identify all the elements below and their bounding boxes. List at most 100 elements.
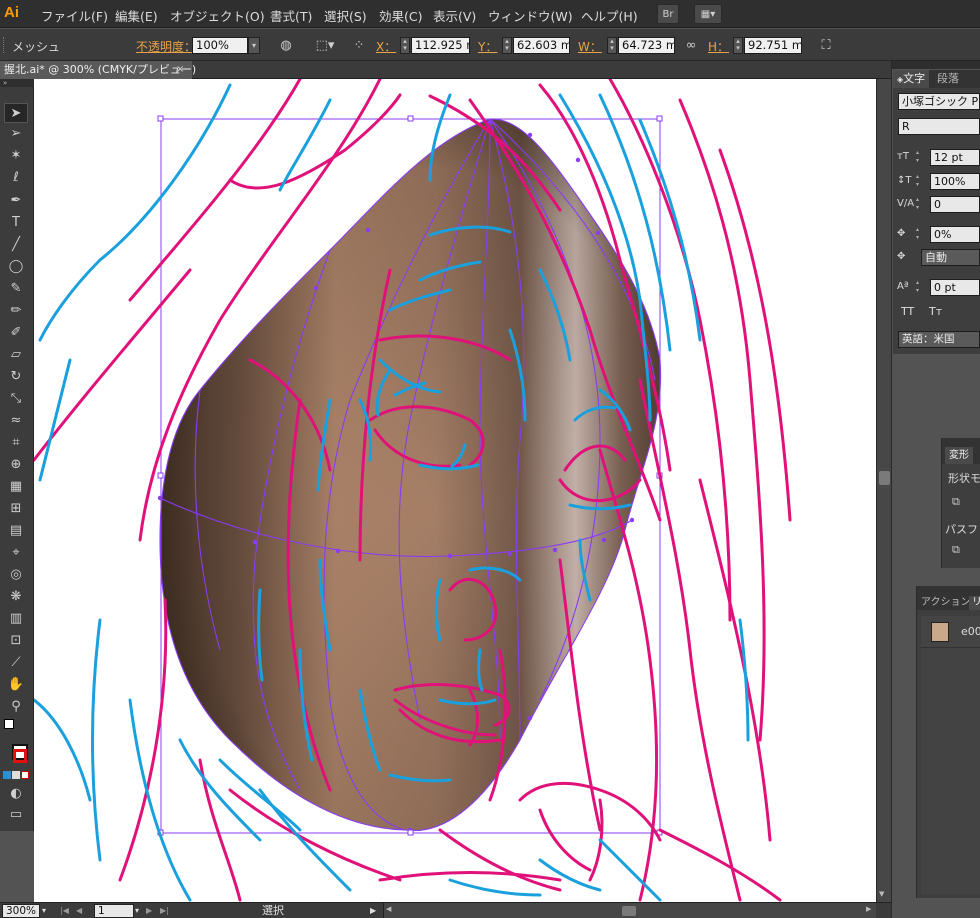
menu-edit[interactable]: 編集(E)	[115, 6, 158, 25]
magic-wand-tool-icon[interactable]: ✶	[4, 146, 28, 166]
mesh-tool-icon[interactable]: ⊞	[4, 499, 28, 519]
scroll-right-icon[interactable]: ▶	[866, 905, 871, 913]
ellipse-tool-icon[interactable]: ◯	[4, 257, 28, 277]
w-stepper[interactable]: ▴ ▾	[607, 37, 617, 54]
y-stepper[interactable]: ▴ ▾	[502, 37, 512, 54]
language-dropdown[interactable]: 英語：米国	[898, 331, 980, 348]
vertical-scroll-thumb[interactable]	[879, 471, 890, 485]
opacity-dropdown[interactable]: ▾	[248, 37, 260, 54]
stroke-swatch[interactable]	[13, 749, 27, 763]
tools-panel-header[interactable]: »	[0, 79, 34, 87]
horizontal-scroll-thumb[interactable]	[622, 906, 636, 916]
w-field[interactable]: 64.723 mi	[618, 37, 675, 54]
tab-links[interactable]: リ	[969, 596, 980, 610]
all-caps-button[interactable]: TT	[901, 305, 914, 318]
arrange-documents-button[interactable]: ▦▾	[694, 4, 722, 24]
kerning-field[interactable]: 0	[930, 196, 980, 213]
previous-artboard-icon[interactable]: ◀	[76, 904, 82, 918]
y-field[interactable]: 62.603 mi	[513, 37, 570, 54]
font-size-field[interactable]: 12 pt	[930, 149, 980, 166]
eyedropper-tool-icon[interactable]: ⌖	[4, 543, 28, 563]
hand-tool-icon[interactable]: ✋	[4, 675, 28, 695]
link-list-item[interactable]: e00	[921, 616, 980, 648]
vertical-scrollbar[interactable]: ▼	[876, 79, 891, 902]
constrain-proportions-icon[interactable]: ∞	[683, 36, 699, 56]
control-bar-grip[interactable]	[3, 37, 7, 53]
tsume-field[interactable]: 0%	[930, 226, 980, 243]
shape-builder-tool-icon[interactable]: ⊕	[4, 455, 28, 475]
perspective-grid-tool-icon[interactable]: ▦	[4, 477, 28, 497]
close-icon[interactable]: ×	[176, 61, 184, 78]
pen-tool-icon[interactable]: ✒	[4, 191, 28, 211]
vertical-scale-stepper[interactable]: ▴ ▾	[916, 173, 922, 189]
document-tab[interactable]: 握北.ai* @ 300% (CMYK/プレビュー) ×	[0, 61, 196, 79]
opacity-field[interactable]: 100%	[192, 37, 248, 54]
screen-mode-icon[interactable]: ▭	[4, 805, 28, 825]
first-artboard-icon[interactable]: |◀	[60, 904, 69, 918]
baseline-shift-stepper[interactable]: ▴ ▾	[916, 279, 922, 295]
artboard-dropdown-icon[interactable]: ▾	[135, 904, 139, 918]
kerning-stepper[interactable]: ▴ ▾	[916, 196, 922, 212]
h-field[interactable]: 92.751 mi	[744, 37, 802, 54]
font-size-stepper[interactable]: ▴ ▾	[916, 149, 922, 165]
tab-paragraph[interactable]: 段落	[933, 70, 963, 88]
horizontal-scrollbar[interactable]: ◀ ▶	[383, 903, 876, 918]
blend-tool-icon[interactable]: ◎	[4, 565, 28, 585]
divide-icon[interactable]: ⧉	[952, 543, 960, 557]
menu-type[interactable]: 書式(T)	[270, 6, 312, 25]
tab-transform[interactable]: 変形	[945, 447, 973, 464]
slice-tool-icon[interactable]: ⟋	[4, 653, 28, 673]
aki-dropdown[interactable]: 自動	[921, 249, 980, 266]
menu-view[interactable]: 表示(V)	[433, 6, 476, 25]
dock-header[interactable]	[892, 61, 980, 69]
line-tool-icon[interactable]: ╱	[4, 235, 28, 255]
menu-window[interactable]: ウィンドウ(W)	[488, 6, 573, 25]
menu-select[interactable]: 選択(S)	[324, 6, 367, 25]
color-mode-icon[interactable]	[3, 771, 11, 779]
eraser-tool-icon[interactable]: ▱	[4, 345, 28, 365]
align-dropdown-icon[interactable]: ⬚▾	[312, 36, 338, 56]
selection-tool-icon[interactable]: ➤	[4, 103, 28, 123]
scroll-down-icon[interactable]: ▼	[879, 890, 884, 898]
warp-tool-icon[interactable]: ≈	[4, 411, 28, 431]
opacity-label[interactable]: 不透明度：	[136, 38, 196, 55]
default-colors-icon[interactable]	[4, 719, 14, 729]
zoom-dropdown-icon[interactable]: ▾	[42, 904, 46, 918]
reference-point-icon[interactable]: ⁘	[349, 36, 369, 56]
artboard-tool-icon[interactable]: ⊡	[4, 631, 28, 651]
column-graph-tool-icon[interactable]: ▥	[4, 609, 28, 629]
baseline-shift-field[interactable]: 0 pt	[930, 279, 980, 296]
next-artboard-icon[interactable]: ▶	[146, 904, 152, 918]
artboard-number-field[interactable]: 1	[94, 904, 134, 918]
gradient-tool-icon[interactable]: ▤	[4, 521, 28, 541]
recolor-artwork-icon[interactable]: ◍	[276, 36, 296, 56]
h-stepper[interactable]: ▴ ▾	[733, 37, 743, 54]
menu-help[interactable]: ヘルプ(H)	[581, 6, 638, 25]
x-stepper[interactable]: ▴ ▾	[400, 37, 410, 54]
unite-icon[interactable]: ⧉	[952, 495, 960, 509]
paintbrush-tool-icon[interactable]: ✎	[4, 279, 28, 299]
font-style-field[interactable]: R	[898, 118, 980, 135]
vertical-scale-field[interactable]: 100%	[930, 173, 980, 190]
zoom-level-field[interactable]: 300%	[2, 904, 40, 918]
status-menu-icon[interactable]: ▶	[370, 904, 376, 918]
tsume-stepper[interactable]: ▴ ▾	[916, 226, 922, 242]
artboard-canvas[interactable]	[34, 79, 876, 902]
menu-file[interactable]: ファイル(F)	[41, 6, 108, 25]
scale-tool-icon[interactable]: ⤡	[4, 389, 28, 409]
direct-selection-tool-icon[interactable]: ➢	[4, 124, 28, 144]
transform-panel-icon[interactable]: ⛶	[816, 36, 836, 56]
draw-mode-icon[interactable]: ◐	[4, 784, 28, 804]
last-artboard-icon[interactable]: ▶|	[160, 904, 169, 918]
menu-effect[interactable]: 効果(C)	[379, 6, 422, 25]
gradient-mode-icon[interactable]	[12, 771, 20, 779]
tab-actions[interactable]: アクション	[919, 596, 973, 610]
none-mode-icon[interactable]	[21, 771, 29, 779]
lasso-tool-icon[interactable]: ℓ	[4, 168, 28, 188]
zoom-tool-icon[interactable]: ⚲	[4, 697, 28, 717]
scroll-left-icon[interactable]: ◀	[386, 905, 391, 913]
pencil-tool-icon[interactable]: ✏	[4, 301, 28, 321]
type-tool-icon[interactable]: T	[4, 213, 28, 233]
small-caps-button[interactable]: Tт	[929, 305, 942, 318]
x-field[interactable]: 112.925 n	[411, 37, 470, 54]
